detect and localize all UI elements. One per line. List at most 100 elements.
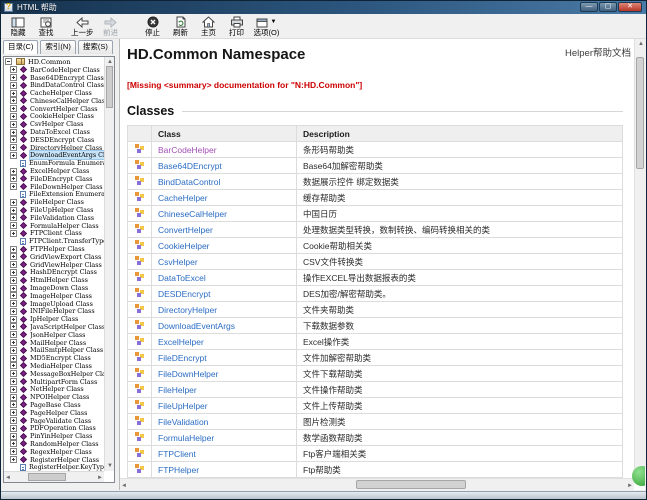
scroll-up-icon[interactable]: ▲ (638, 39, 644, 49)
toc-tree-item[interactable]: NetHelper Class (4, 385, 104, 393)
toc-item-label[interactable]: ImageDown Class (30, 284, 88, 292)
toc-tree-item[interactable]: FormulaHelper Class (4, 222, 104, 230)
class-link[interactable]: CacheHelper (158, 193, 208, 203)
expand-box-icon[interactable] (5, 58, 12, 65)
toc-item-label[interactable]: FTPHelper Class (30, 245, 85, 253)
expand-box-icon[interactable] (10, 246, 17, 253)
toc-tree-item[interactable]: FileHelper Class (4, 198, 104, 206)
class-link[interactable]: ExcelHelper (158, 337, 204, 347)
toc-tree-item[interactable]: ChineseCalHelper Class (4, 97, 104, 105)
toc-item-label[interactable]: ConvertHelper Class (30, 105, 98, 113)
toc-item-label[interactable]: JavaScriptHelper Class (30, 323, 104, 331)
toc-item-label[interactable]: MD5Encrypt Class (30, 354, 91, 362)
expand-box-icon[interactable] (10, 199, 17, 206)
expand-box-icon[interactable] (10, 82, 17, 89)
expand-box-icon[interactable] (10, 269, 17, 276)
expand-box-icon[interactable] (10, 277, 17, 284)
toc-tree-item[interactable]: PDFOperation Class (4, 424, 104, 432)
toc-tree-item[interactable]: MessageBoxHelper Class (4, 370, 104, 378)
toc-item-label[interactable]: ImageUpload Class (30, 300, 93, 308)
maximize-button[interactable]: ▢ (599, 2, 617, 12)
expand-box-icon[interactable] (10, 440, 17, 447)
toc-item-label[interactable]: GridViewExport Class (30, 253, 101, 261)
expand-box-icon[interactable] (10, 175, 17, 182)
toc-item-label[interactable]: HashDEncrypt Class (30, 268, 97, 276)
expand-box-icon[interactable] (10, 300, 17, 307)
expand-box-icon[interactable] (10, 362, 17, 369)
toc-tree-item[interactable]: MultipartForm Class (4, 378, 104, 386)
toc-item-label[interactable]: FileDownHelper Class (30, 183, 103, 191)
expand-box-icon[interactable] (10, 168, 17, 175)
expand-box-icon[interactable] (10, 74, 17, 81)
expand-box-icon[interactable] (10, 129, 17, 136)
scroll-left-icon[interactable]: ◄ (5, 473, 11, 483)
toc-item-label[interactable]: DirectoryHelper Class (30, 144, 102, 152)
class-link[interactable]: BarCodeHelper (158, 145, 217, 155)
expand-box-icon[interactable] (10, 292, 17, 299)
class-link[interactable]: DownloadEventArgs (158, 321, 235, 331)
class-link[interactable]: ConvertHelper (158, 225, 213, 235)
class-link[interactable]: FileHelper (158, 385, 197, 395)
expand-box-icon[interactable] (10, 378, 17, 385)
expand-box-icon[interactable] (10, 214, 17, 221)
expand-box-icon[interactable] (10, 425, 17, 432)
expand-box-icon[interactable] (10, 90, 17, 97)
toc-tree-item[interactable]: PageBase Class (4, 401, 104, 409)
toc-tree-item[interactable]: GridViewExport Class (4, 253, 104, 261)
toc-item-label[interactable]: MailHelper Class (30, 339, 86, 347)
toc-tree-item[interactable]: MailHelper Class (4, 339, 104, 347)
toc-tree-item[interactable]: RegisterHelper.KeyType Enumeration (4, 463, 104, 471)
close-button[interactable]: ✕ (618, 2, 642, 12)
toc-tree-item[interactable]: DESDEncrypt Class (4, 136, 104, 144)
expand-box-icon[interactable] (10, 230, 17, 237)
toc-item-label[interactable]: FTPClient Class (30, 229, 82, 237)
toc-tree-item[interactable]: BarCodeHelper Class (4, 66, 104, 74)
toc-item-label[interactable]: DownloadEventArgs Class (30, 151, 104, 159)
toc-item-label[interactable]: CacheHelper Class (30, 89, 92, 97)
toc-tree-item[interactable]: MediaHelper Class (4, 362, 104, 370)
expand-box-icon[interactable] (10, 105, 17, 112)
toc-tree-item[interactable]: GridViewHelper Class (4, 261, 104, 269)
toc-item-label[interactable]: RegexHelper Class (30, 448, 92, 456)
tab-contents[interactable]: 目录(C) (3, 40, 38, 54)
print-button[interactable]: 打印 (223, 14, 251, 38)
toc-tree-item[interactable]: RegexHelper Class (4, 448, 104, 456)
class-link[interactable]: DataToExcel (158, 273, 206, 283)
titlebar[interactable]: HTML 帮助 — ▢ ✕ (1, 1, 646, 14)
toc-item-label[interactable]: MediaHelper Class (30, 362, 92, 370)
toc-hscroll-thumb[interactable] (28, 473, 66, 481)
expand-box-icon[interactable] (10, 370, 17, 377)
expand-box-icon[interactable] (10, 113, 17, 120)
toc-tree-item[interactable]: CacheHelper Class (4, 89, 104, 97)
class-link[interactable]: FileDownHelper (158, 369, 218, 379)
minimize-button[interactable]: — (580, 2, 598, 12)
expand-box-icon[interactable] (10, 401, 17, 408)
toc-tree-item[interactable]: FileExtension Enumeration (4, 191, 104, 199)
expand-box-icon[interactable] (10, 409, 17, 416)
toc-item-label[interactable]: PageBase Class (30, 401, 81, 409)
class-link[interactable]: FTPHelper (158, 465, 199, 475)
class-link[interactable]: DESDEncrypt (158, 289, 210, 299)
class-link[interactable]: DirectoryHelper (158, 305, 217, 315)
expand-box-icon[interactable] (10, 355, 17, 362)
toc-item-label[interactable]: ChineseCalHelper Class (30, 97, 104, 105)
home-button[interactable]: 主页 (195, 14, 223, 38)
expand-box-icon[interactable] (10, 261, 17, 268)
expand-box-icon[interactable] (10, 144, 17, 151)
expand-box-icon[interactable] (10, 136, 17, 143)
toc-item-label[interactable]: RandomHelper Class (30, 440, 99, 448)
scroll-right-icon[interactable]: ► (97, 473, 103, 483)
find-button[interactable]: 查找 (32, 14, 60, 38)
toc-item-label[interactable]: BarCodeHelper Class (30, 66, 100, 74)
expand-box-icon[interactable] (10, 66, 17, 73)
toc-tree-item[interactable]: JavaScriptHelper Class (4, 323, 104, 331)
expand-box-icon[interactable] (10, 183, 17, 190)
expand-box-icon[interactable] (10, 152, 17, 159)
toc-item-label[interactable]: MailSmtpHelper Class (30, 346, 103, 354)
class-link[interactable]: BindDataControl (158, 177, 220, 187)
toc-tree-item[interactable]: ExcelHelper Class (4, 167, 104, 175)
toc-item-label[interactable]: ImageHelper Class (30, 292, 92, 300)
expand-box-icon[interactable] (10, 433, 17, 440)
stop-button[interactable]: 停止 (139, 14, 167, 38)
toc-tree-item[interactable]: HashDEncrypt Class (4, 269, 104, 277)
